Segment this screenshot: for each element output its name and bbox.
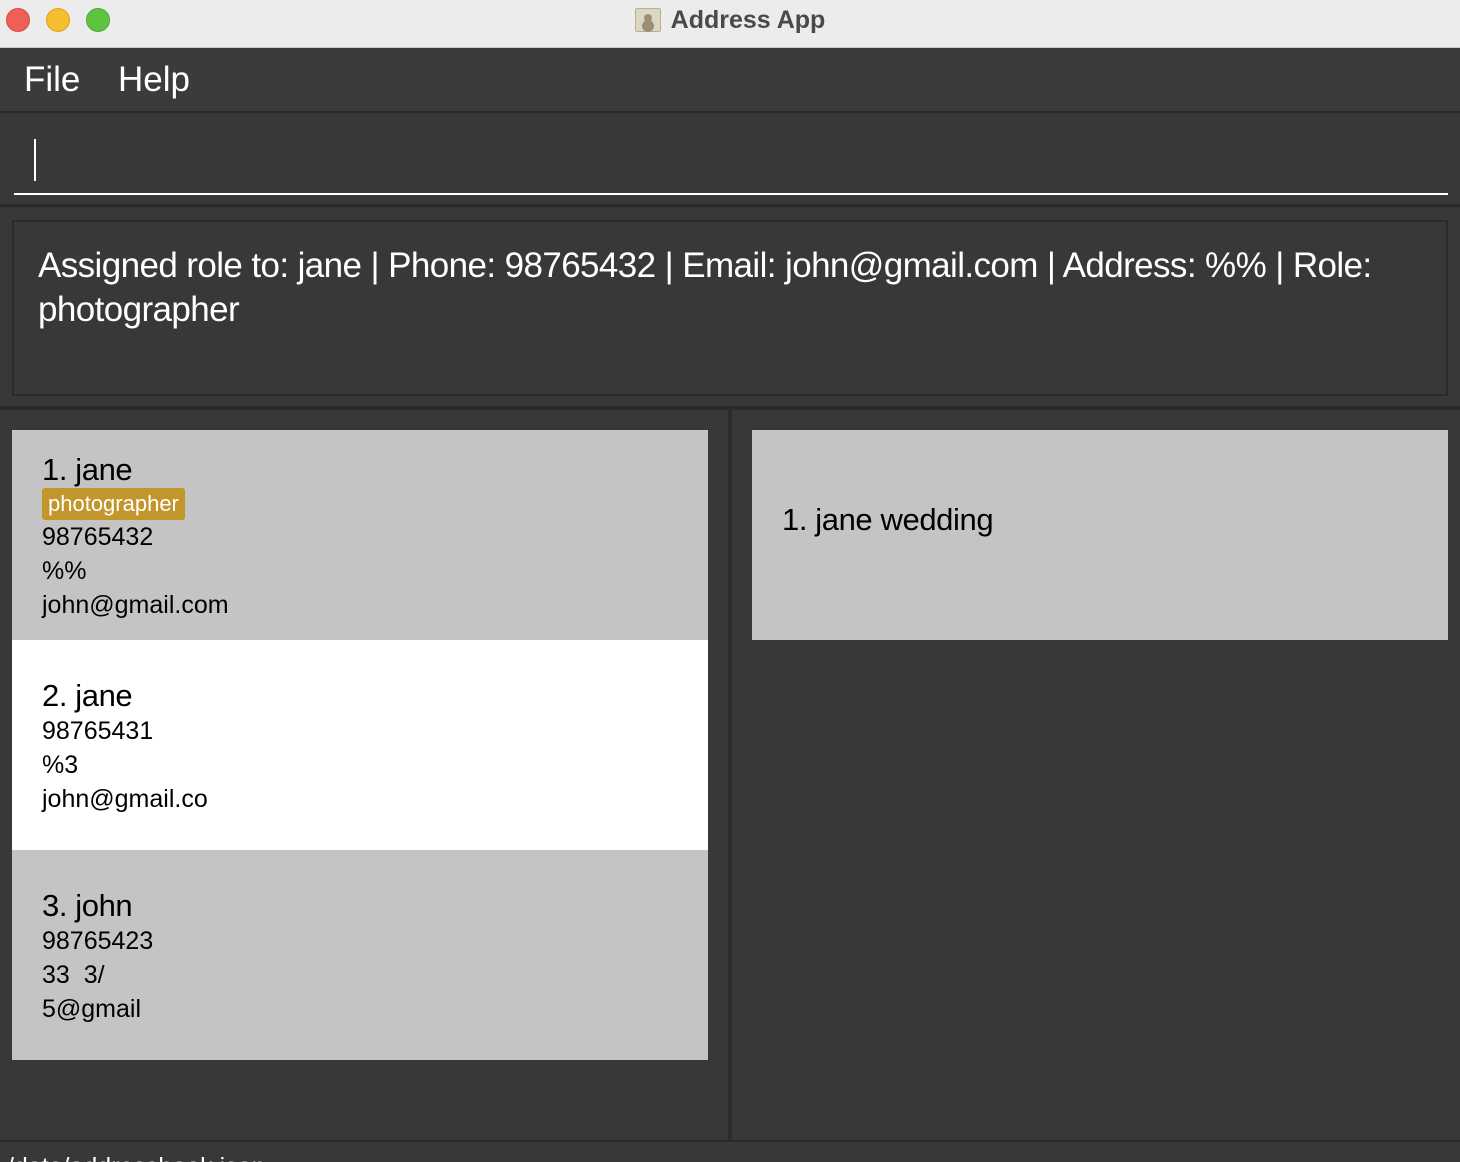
panel-divider-vertical[interactable] <box>728 410 732 1140</box>
person-card[interactable]: 1. jane photographer 98765432 %% john@gm… <box>12 430 708 640</box>
person-name: 3. john <box>42 888 133 923</box>
person-name: 2. jane <box>42 678 133 713</box>
menu-bar: File Help <box>0 49 1460 113</box>
text-caret <box>34 139 36 181</box>
result-message: Assigned role to: jane | Phone: 98765432… <box>38 246 1372 329</box>
person-phone: 98765423 <box>42 927 154 955</box>
menu-file[interactable]: File <box>24 59 80 101</box>
address-book-icon <box>634 8 661 32</box>
person-name: 1. jane <box>42 452 133 487</box>
status-bar: ./data/addressbook.json <box>0 1140 1460 1162</box>
menu-help[interactable]: Help <box>118 59 190 101</box>
person-card[interactable]: 3. john 98765423 33 3/ 5@gmail <box>12 850 708 1060</box>
role-tag: photographer <box>42 488 185 520</box>
window-title-container: Address App <box>0 4 1460 36</box>
result-display: Assigned role to: jane | Phone: 98765432… <box>12 220 1448 396</box>
person-email: john@gmail.com <box>42 591 229 619</box>
person-address: %% <box>42 557 87 585</box>
status-file-path: ./data/addressbook.json <box>0 1152 265 1162</box>
person-address: %3 <box>42 751 79 779</box>
command-box-area <box>0 115 1460 207</box>
person-address: 33 3/ <box>42 961 105 989</box>
person-email: 5@gmail <box>42 995 142 1023</box>
person-phone: 98765432 <box>42 523 154 551</box>
command-input[interactable] <box>14 131 1448 195</box>
person-email: john@gmail.co <box>42 785 208 813</box>
window-titlebar: Address App <box>0 0 1460 48</box>
window-title: Address App <box>670 6 826 34</box>
event-card[interactable]: 1. jane wedding <box>752 430 1448 640</box>
person-phone: 98765431 <box>42 717 154 745</box>
event-name: 1. jane wedding <box>782 502 994 537</box>
person-card-selected[interactable]: 2. jane 98765431 %3 john@gmail.co <box>12 640 708 850</box>
